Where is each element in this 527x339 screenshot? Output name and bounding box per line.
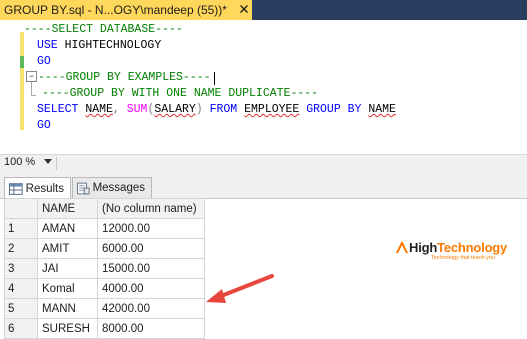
logo-name: HighTechnology (409, 240, 507, 255)
document-tab-title: GROUP BY.sql - N...OGY\mandeep (55))* (4, 3, 227, 17)
logo-tagline: Technology that teach you (431, 255, 495, 261)
cell-salary-sum[interactable]: 4000.00 (97, 278, 205, 299)
table-row[interactable]: 4 Komal 4000.00 (4, 278, 205, 299)
hightechnology-logo: HighTechnology Technology that teach you (395, 238, 527, 262)
cell-name[interactable]: AMAN (37, 218, 98, 239)
row-number[interactable]: 3 (4, 258, 38, 279)
logo-suffix: Technology (437, 240, 508, 255)
cell-salary-sum[interactable]: 12000.00 (97, 218, 205, 239)
code-token: SALARY (154, 103, 196, 116)
cell-salary-sum[interactable]: 42000.00 (97, 298, 205, 319)
results-grid[interactable]: NAME (No column name) 1 AMAN 12000.00 2 … (4, 198, 205, 339)
tab-messages[interactable]: Messages (72, 177, 152, 198)
messages-icon (77, 182, 90, 194)
code-token: , (112, 103, 127, 116)
cell-name[interactable]: MANN (37, 298, 98, 319)
code-token: EMPLOYEE (244, 103, 300, 116)
code-line[interactable]: GO (37, 118, 51, 134)
results-grid-icon (9, 182, 23, 195)
zoom-bar: 100 % (0, 154, 527, 173)
cell-salary-sum[interactable]: 6000.00 (97, 238, 205, 259)
cell-name[interactable]: JAI (37, 258, 98, 279)
cell-name[interactable]: Komal (37, 278, 98, 299)
logo-prefix: High (409, 240, 438, 255)
table-row[interactable]: 1 AMAN 12000.00 (4, 218, 205, 239)
code-token: FROM (209, 103, 245, 116)
table-row[interactable]: 2 AMIT 6000.00 (4, 238, 205, 259)
logo-mark-icon (396, 241, 408, 254)
fold-guide-end (31, 95, 36, 96)
divider (56, 157, 57, 170)
query-editor[interactable]: − ----SELECT DATABASE---- USE HIGHTECHNOL… (0, 20, 527, 154)
close-icon[interactable] (238, 3, 250, 15)
change-marker-green (20, 56, 24, 68)
table-row[interactable]: 5 MANN 42000.00 (4, 298, 205, 319)
collapse-region-icon[interactable]: − (26, 71, 37, 82)
change-marker-unsaved (20, 68, 24, 130)
code-line[interactable]: ----GROUP BY EXAMPLES---- (38, 70, 211, 86)
code-token: USE (37, 39, 65, 52)
code-token: ) (195, 103, 210, 116)
code-token: NAME (368, 103, 396, 116)
row-number[interactable]: 5 (4, 298, 38, 319)
row-number[interactable]: 2 (4, 238, 38, 259)
code-token: ----GROUP BY EXAMPLES---- (38, 71, 211, 84)
code-token: ----GROUP BY WITH ONE NAME DUPLICATE---- (42, 87, 319, 100)
code-token: ----SELECT DATABASE---- (24, 23, 183, 36)
zoom-level[interactable]: 100 % (4, 156, 35, 168)
tab-results-label: Results (25, 182, 64, 195)
code-token: GO (37, 119, 51, 132)
code-line[interactable]: SELECT NAME, SUM(SALARY) FROM EMPLOYEE G… (37, 102, 396, 118)
fold-guide (31, 82, 32, 96)
code-token: SUM (126, 103, 148, 116)
code-line[interactable]: GO (37, 54, 51, 70)
row-number[interactable]: 4 (4, 278, 38, 299)
code-line[interactable]: USE HIGHTECHNOLOGY (37, 38, 161, 54)
table-row[interactable]: 3 JAI 15000.00 (4, 258, 205, 279)
code-token: HIGHTECHNOLOGY (64, 39, 162, 52)
tab-messages-label: Messages (92, 182, 145, 194)
document-tab-strip: GROUP BY.sql - N...OGY\mandeep (55))* (0, 0, 527, 20)
grid-corner-cell[interactable] (4, 198, 38, 219)
column-header-sum[interactable]: (No column name) (97, 198, 205, 219)
cell-salary-sum[interactable]: 15000.00 (97, 258, 205, 279)
row-number[interactable]: 1 (4, 218, 38, 239)
code-token: NAME (85, 103, 113, 116)
results-tab-row: Results Messages (0, 172, 527, 199)
annotation-arrow-icon (206, 274, 274, 303)
code-token: GROUP BY (299, 103, 369, 116)
chevron-down-icon[interactable] (44, 159, 52, 164)
code-token: SELECT (37, 103, 86, 116)
text-caret (214, 72, 215, 85)
tab-results[interactable]: Results (4, 177, 71, 199)
code-line[interactable]: ----SELECT DATABASE---- (24, 22, 183, 38)
document-tab[interactable]: GROUP BY.sql - N...OGY\mandeep (55))* (0, 0, 252, 20)
code-token: GO (37, 55, 51, 68)
grid-header-row: NAME (No column name) (4, 198, 205, 219)
code-line[interactable]: ----GROUP BY WITH ONE NAME DUPLICATE---- (42, 86, 318, 102)
cell-name[interactable]: AMIT (37, 238, 98, 259)
column-header-name[interactable]: NAME (37, 198, 98, 219)
